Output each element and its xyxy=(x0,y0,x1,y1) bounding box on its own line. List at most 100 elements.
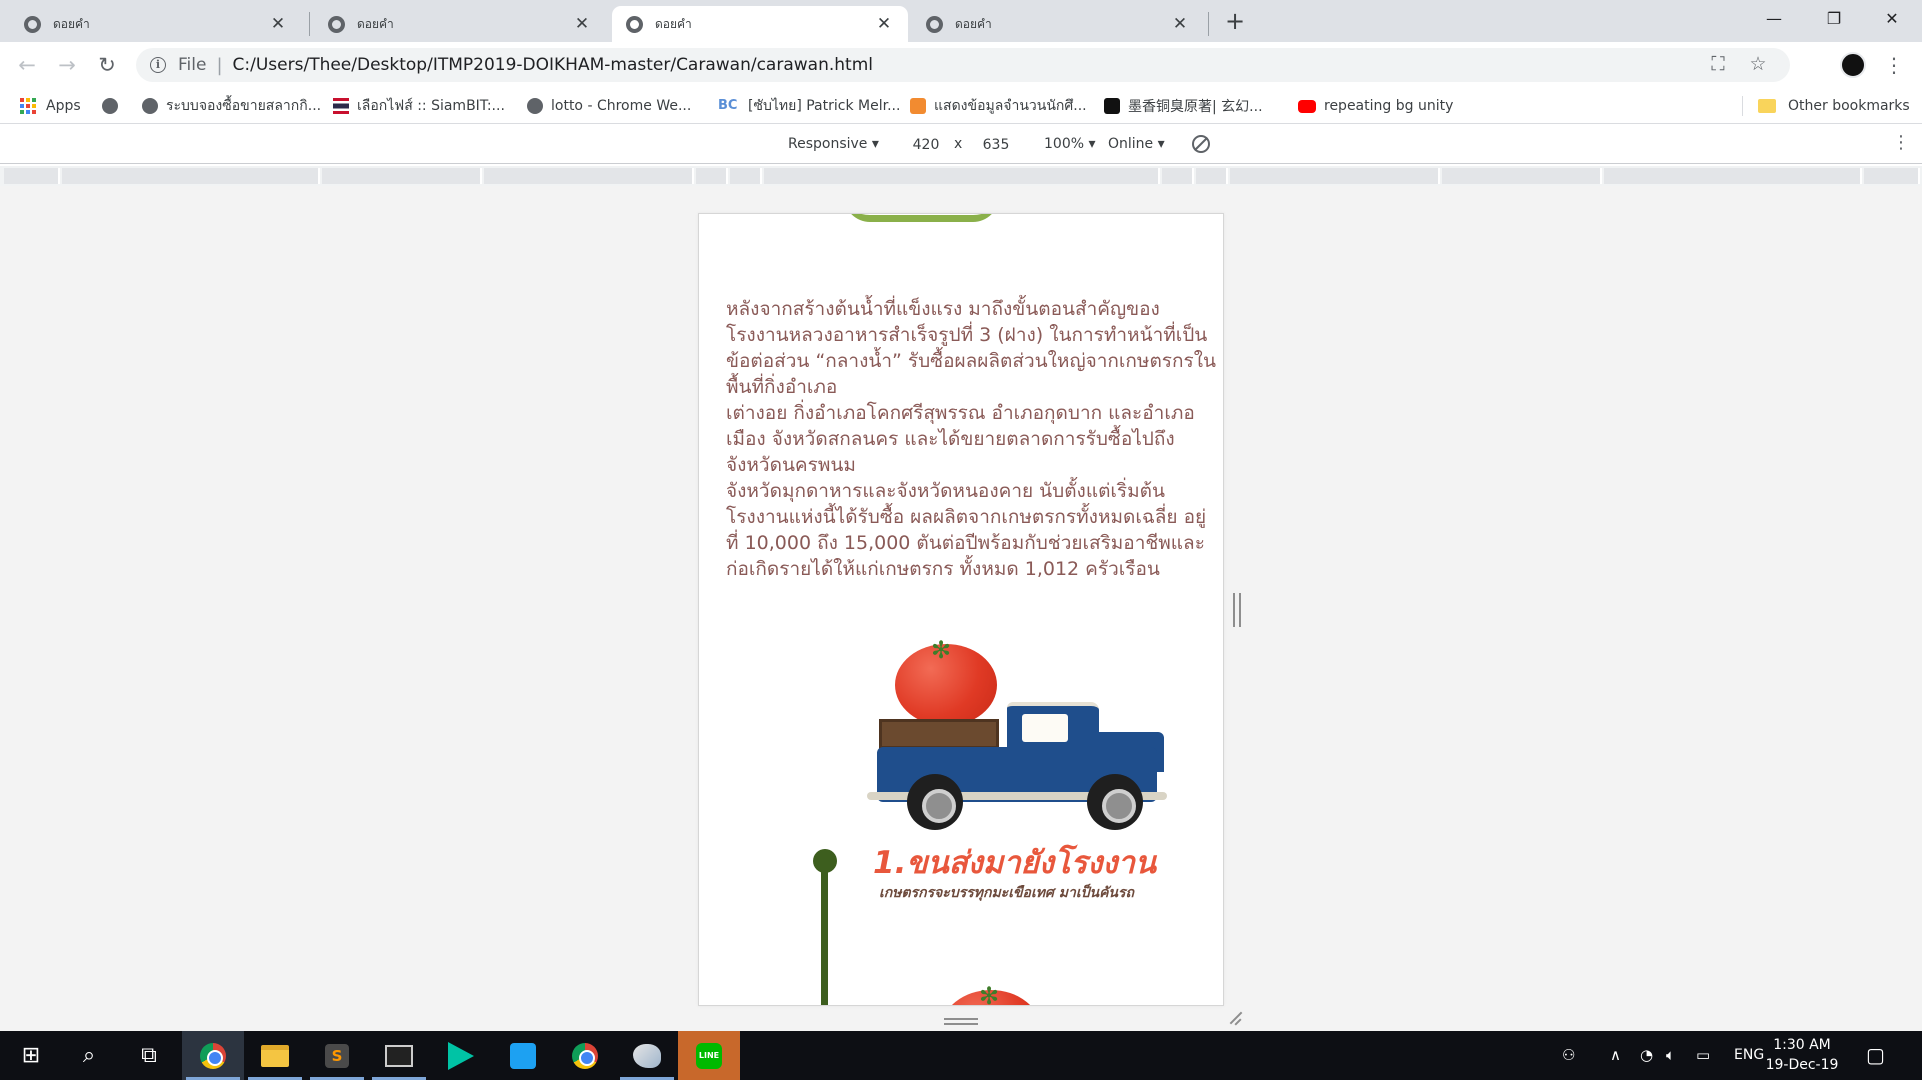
address-bar[interactable]: i File | C:/Users/Thee/Desktop/ITMP2019-… xyxy=(136,48,1790,82)
bookmark-lottery[interactable]: ระบบจองซื้อขายสลากกิ... xyxy=(142,94,321,118)
battery-icon[interactable]: ▭ xyxy=(1696,1031,1710,1080)
bookmark-lotto[interactable]: lotto - Chrome We... xyxy=(527,94,691,118)
taskbar-terminal[interactable] xyxy=(368,1031,430,1080)
taskbar-file-explorer[interactable] xyxy=(244,1031,306,1080)
bookmark-label: ระบบจองซื้อขายสลากกิ... xyxy=(166,98,322,114)
leaf-icon: ✻ xyxy=(979,982,1000,1006)
bookmark-globe[interactable] xyxy=(102,94,126,118)
bookmark-label: 墨香铜臭原著| 玄幻... xyxy=(1128,99,1263,115)
task-view-button[interactable]: ⧉ xyxy=(118,1031,180,1080)
media-query-segment[interactable] xyxy=(1230,168,1440,184)
network-throttle-select[interactable]: Online ▾ xyxy=(1108,136,1165,152)
star-icon[interactable]: ☆ xyxy=(1738,53,1778,75)
more-menu-icon[interactable]: ⋮ xyxy=(1884,50,1904,80)
bookmark-label: [ซับไทย] Patrick Melr... xyxy=(748,98,901,114)
dark-logo-icon xyxy=(1104,98,1120,114)
tab-2[interactable]: ดอยคำ ✕ xyxy=(314,6,606,42)
media-query-segment[interactable] xyxy=(1864,168,1920,184)
search-button[interactable]: ⌕ xyxy=(58,1031,120,1080)
taskbar-sublime[interactable]: S xyxy=(306,1031,368,1080)
media-queries-bar xyxy=(0,166,1922,186)
bookmark-students[interactable]: แสดงข้อมูลจำนวนนักศึ... xyxy=(910,94,1087,118)
media-query-segment[interactable] xyxy=(696,168,728,184)
wifi-icon[interactable]: ◔ xyxy=(1640,1031,1653,1080)
media-query-segment[interactable] xyxy=(764,168,1160,184)
bookmark-other[interactable]: Other bookmarks xyxy=(1758,94,1910,118)
media-query-segment[interactable] xyxy=(1604,168,1862,184)
resize-handle-bottom[interactable] xyxy=(944,1018,978,1025)
globe-icon xyxy=(527,98,543,114)
bookmark-siambit[interactable]: เลือกไฟส์ :: SiamBIT:... xyxy=(333,94,505,118)
tab-separator xyxy=(1208,12,1209,36)
taskbar-line[interactable]: LINE xyxy=(678,1031,740,1080)
globe-icon xyxy=(926,15,943,33)
media-query-segment[interactable] xyxy=(484,168,694,184)
taskbar-media-player[interactable] xyxy=(430,1031,492,1080)
taskbar-paint[interactable] xyxy=(616,1031,678,1080)
media-query-segment[interactable] xyxy=(1196,168,1228,184)
width-input[interactable]: 420 xyxy=(898,133,954,157)
media-query-segment[interactable] xyxy=(62,168,320,184)
resize-handle-corner[interactable] xyxy=(1228,1010,1244,1026)
start-button[interactable]: ⊞ xyxy=(0,1031,62,1080)
windows-logo-icon: ⊞ xyxy=(21,1043,41,1068)
forward-arrow-icon[interactable]: → xyxy=(52,50,82,80)
media-query-segment[interactable] xyxy=(730,168,762,184)
language-indicator[interactable]: ENG xyxy=(1734,1031,1764,1080)
resize-handle-right[interactable] xyxy=(1233,593,1241,627)
timeline-line xyxy=(821,864,828,1005)
zoom-select[interactable]: 100% ▾ xyxy=(1044,136,1096,152)
close-window-icon[interactable]: ✕ xyxy=(1862,0,1922,40)
bookmark-apps[interactable]: Apps xyxy=(20,94,81,118)
media-query-segment[interactable] xyxy=(1442,168,1602,184)
height-input[interactable]: 635 xyxy=(968,133,1024,157)
back-arrow-icon[interactable]: ← xyxy=(12,50,42,80)
url-separator: | xyxy=(216,54,223,76)
system-clock[interactable]: 1:30 AM 19-Dec-19 xyxy=(1762,1035,1842,1075)
profile-avatar[interactable] xyxy=(1840,52,1866,78)
new-tab-button[interactable]: + xyxy=(1220,8,1250,36)
paragraph-1: หลังจากสร้างต้นน้ำที่แข็งแรง มาถึงขั้นตอ… xyxy=(726,298,1216,398)
bookmark-patrick[interactable]: BC [ซับไทย] Patrick Melr... xyxy=(718,94,900,118)
media-query-segment[interactable] xyxy=(322,168,482,184)
tab-4[interactable]: ดอยคำ ✕ xyxy=(912,6,1204,42)
minimize-icon[interactable]: — xyxy=(1744,0,1804,40)
media-query-segment[interactable] xyxy=(4,168,60,184)
close-icon[interactable]: ✕ xyxy=(874,14,894,34)
close-icon[interactable]: ✕ xyxy=(1170,14,1190,34)
paragraph-2: เต่างอย กิ่งอำเภอโคกศรีสุพรรณ อำเภอกุดบา… xyxy=(726,402,1195,476)
notification-icon[interactable]: ▢ xyxy=(1866,1031,1885,1080)
close-icon[interactable]: ✕ xyxy=(572,14,592,34)
chevron-up-icon[interactable]: ∧ xyxy=(1610,1031,1621,1080)
tab-title: ดอยคำ xyxy=(955,16,992,31)
taskbar-twitter[interactable] xyxy=(492,1031,554,1080)
bc-logo-icon: BC xyxy=(718,98,738,113)
restore-icon[interactable]: ❐ xyxy=(1804,0,1864,40)
bookmarks-bar: Apps ระบบจองซื้อขายสลากกิ... เลือกไฟส์ :… xyxy=(0,88,1922,124)
translate-icon[interactable]: ⛶ xyxy=(1698,53,1738,75)
tab-separator xyxy=(309,12,310,36)
globe-icon xyxy=(142,98,158,114)
close-icon[interactable]: ✕ xyxy=(268,14,288,34)
volume-icon[interactable]: 🔈︎ xyxy=(1666,1031,1675,1080)
rotate-icon[interactable] xyxy=(1192,135,1210,153)
device-select[interactable]: Responsive ▾ xyxy=(788,136,879,152)
taskbar-chrome-2[interactable] xyxy=(554,1031,616,1080)
media-query-segment[interactable] xyxy=(1162,168,1194,184)
device-viewport[interactable]: หลังจากสร้างต้นน้ำที่แข็งแรง มาถึงขั้นตอ… xyxy=(698,213,1224,1006)
info-icon[interactable]: i xyxy=(150,57,166,73)
tab-3-active[interactable]: ดอยคำ ✕ xyxy=(612,6,908,42)
step-subtitle: เกษตรกรจะบรรทุกมะเขือเทศ มาเป็นคันรถ xyxy=(879,885,1135,901)
bookmark-novel[interactable]: 墨香铜臭原著| 玄幻... xyxy=(1104,94,1263,118)
bookmark-youtube[interactable]: repeating bg unity xyxy=(1298,94,1453,118)
people-icon[interactable]: ⚇ xyxy=(1562,1031,1575,1080)
more-options-icon[interactable]: ⋮ xyxy=(1892,132,1910,153)
paragraph-3: จังหวัดมุกดาหารและจังหวัดหนองคาย นับตั้ง… xyxy=(726,480,1207,580)
chrome-icon xyxy=(200,1042,226,1069)
taskbar-chrome[interactable] xyxy=(182,1031,244,1080)
url-text[interactable]: C:/Users/Thee/Desktop/ITMP2019-DOIKHAM-m… xyxy=(233,55,873,75)
reload-icon[interactable]: ↻ xyxy=(92,50,122,80)
sublime-text-icon: S xyxy=(325,1043,349,1068)
tab-1[interactable]: ดอยคำ ✕ xyxy=(10,6,302,42)
play-icon xyxy=(448,1041,474,1070)
